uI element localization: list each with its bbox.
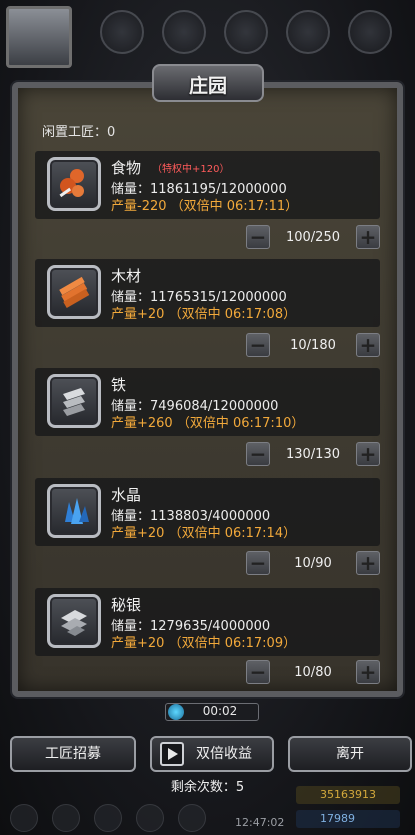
resource-production: 产量+20 （双倍中 06:17:09） [111, 636, 297, 651]
crystal-top-icon [286, 10, 330, 54]
crystal-minus-button[interactable]: − [246, 551, 270, 575]
mithril-top-icon [348, 10, 392, 54]
crystal-plus-button[interactable]: + [356, 551, 380, 575]
recruit-artisans-button[interactable]: 工匠招募 [10, 736, 136, 772]
panel-title: 庄园 [188, 75, 227, 97]
mithril-plus-button[interactable]: + [356, 660, 380, 684]
hud-button[interactable] [94, 804, 122, 832]
iron-plus-button[interactable]: + [356, 442, 380, 466]
resource-production: 产量-220 （双倍中 06:17:11） [111, 199, 299, 214]
wood-icon [47, 265, 101, 319]
clock: 12:47:02 [235, 816, 285, 829]
player-avatar[interactable] [6, 6, 72, 68]
resource-card-wood: 木材 储量：11765315/12000000 产量+20 （双倍中 06:17… [35, 259, 380, 327]
play-video-icon [160, 742, 184, 766]
resource-card-food: 食物 （特权中+120） 储量：11861195/12000000 产量-220… [35, 151, 380, 219]
top-resource-bar [0, 0, 415, 70]
gem-counter: 17989 [296, 810, 400, 828]
iron-minus-button[interactable]: − [246, 442, 270, 466]
hud-button[interactable] [52, 804, 80, 832]
resource-name: 秘银 [111, 596, 142, 614]
iron-top-icon [224, 10, 268, 54]
wood-plus-button[interactable]: + [356, 333, 380, 357]
resource-card-iron: 铁 储量：7496084/12000000 产量+260 （双倍中 06:17:… [35, 368, 380, 436]
food-minus-button[interactable]: − [246, 225, 270, 249]
hud-button[interactable] [178, 804, 206, 832]
hud-button[interactable] [10, 804, 38, 832]
resource-card-crystal: 水晶 储量：1138803/4000000 产量+20 （双倍中 06:17:1… [35, 478, 380, 546]
mithril-icon [47, 594, 101, 648]
mithril-workers: 10/80 [294, 665, 332, 680]
food-workers: 100/250 [285, 230, 340, 245]
resource-name: 食物 [111, 159, 142, 177]
double-income-label: 双倍收益 [196, 746, 252, 762]
resource-name: 木材 [111, 267, 142, 285]
timer-value: 00:02 [202, 704, 238, 718]
privilege-badge: （特权中+120） [152, 164, 230, 175]
gold-counter: 35163913 [296, 786, 400, 804]
timer-icon [168, 704, 184, 720]
hud-button[interactable] [136, 804, 164, 832]
iron-workers: 130/130 [285, 447, 340, 462]
iron-icon [47, 374, 101, 428]
resource-production: 产量+20 （双倍中 06:17:08） [111, 307, 297, 322]
resource-name: 铁 [111, 376, 127, 394]
food-plus-button[interactable]: + [356, 225, 380, 249]
mithril-minus-button[interactable]: − [246, 660, 270, 684]
resource-card-mithril: 秘银 储量：1279635/4000000 产量+20 （双倍中 06:17:0… [35, 588, 380, 656]
double-income-button[interactable]: 双倍收益 [150, 736, 274, 772]
food-top-icon [100, 10, 144, 54]
resource-name: 水晶 [111, 486, 142, 504]
food-icon [47, 157, 101, 211]
idle-artisans-label: 闲置工匠：0 [42, 125, 116, 140]
wood-workers: 10/180 [290, 338, 336, 353]
wood-top-icon [162, 10, 206, 54]
resource-production: 产量+260 （双倍中 06:17:10） [111, 416, 305, 431]
wood-minus-button[interactable]: − [246, 333, 270, 357]
crystal-workers: 10/90 [294, 556, 332, 571]
resource-production: 产量+20 （双倍中 06:17:14） [111, 526, 297, 541]
crystal-icon [47, 484, 101, 538]
leave-button[interactable]: 离开 [288, 736, 412, 772]
